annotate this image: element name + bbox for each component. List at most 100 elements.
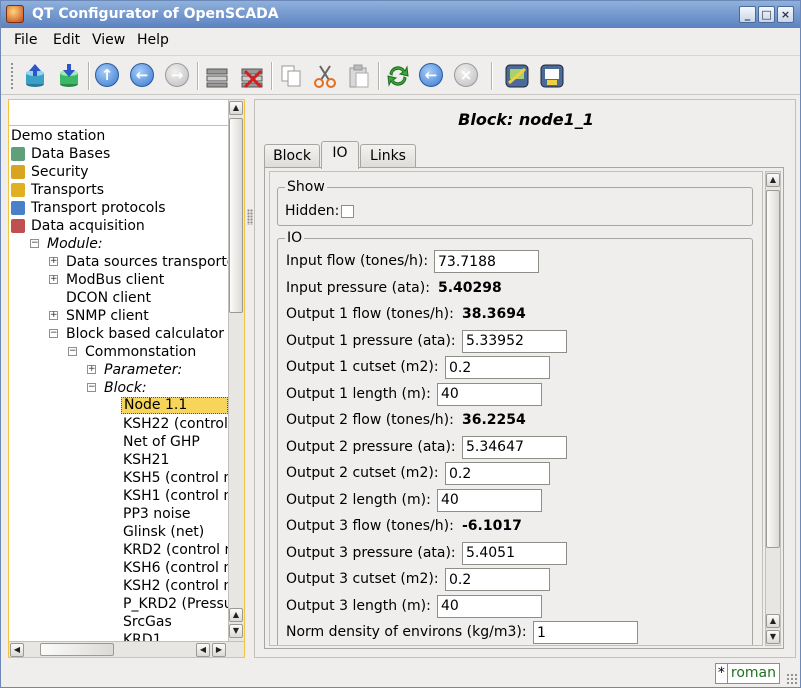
scrollbar-thumb[interactable] xyxy=(40,643,114,656)
scrollbar-thumb[interactable] xyxy=(766,190,780,548)
io-value-input[interactable] xyxy=(462,329,567,353)
scroll-left-icon[interactable]: ◀ xyxy=(10,643,24,657)
title-bar[interactable]: QT Configurator of OpenSCADA _ □ × xyxy=(1,1,800,28)
tree-item[interactable]: + Parameter: xyxy=(9,361,228,379)
stop-periodic-update-icon[interactable]: × xyxy=(454,63,480,89)
io-value-input[interactable] xyxy=(437,488,542,512)
tree-header[interactable] xyxy=(9,100,228,126)
io-value-input[interactable] xyxy=(533,621,638,644)
up-icon[interactable]: ↑ xyxy=(95,63,121,89)
save-to-db-icon[interactable] xyxy=(56,63,82,89)
toolbar-grip[interactable] xyxy=(10,62,14,90)
cut-icon[interactable] xyxy=(312,63,338,89)
tree-item[interactable]: KSH22 (control mec xyxy=(9,415,228,433)
collapse-icon[interactable]: − xyxy=(68,347,77,356)
close-button[interactable]: × xyxy=(777,6,794,23)
scrollbar-thumb[interactable] xyxy=(229,118,243,313)
scroll-right-icon[interactable]: ▶ xyxy=(212,643,226,657)
tree-item[interactable]: SrcGas xyxy=(9,613,228,631)
tree-item[interactable]: Transports xyxy=(9,181,228,199)
tab-links[interactable]: Links xyxy=(360,144,416,168)
tree-item[interactable]: Data acquisition xyxy=(9,217,228,235)
io-value-input[interactable] xyxy=(445,462,550,485)
start-periodic-update-icon[interactable]: ← xyxy=(419,63,445,89)
back-icon[interactable]: ← xyxy=(130,63,156,89)
tree-item[interactable]: KSH1 (control mech xyxy=(9,487,228,505)
tree-item[interactable]: KSH2 (control mech xyxy=(9,577,228,595)
collapse-icon[interactable]: − xyxy=(49,329,58,338)
scroll-up-icon[interactable]: ▲ xyxy=(229,101,243,115)
copy-icon[interactable] xyxy=(278,63,304,89)
io-scroll-area[interactable]: Show Hidden: IO Input flow (tones/h): Inp… xyxy=(269,171,763,646)
tree-item[interactable]: Net of GHP xyxy=(9,433,228,451)
tab-io[interactable]: IO xyxy=(321,141,359,169)
tree-item[interactable]: + ModBus client xyxy=(9,271,228,289)
menu-edit[interactable]: Edit xyxy=(53,32,80,48)
menu-view[interactable]: View xyxy=(92,32,125,48)
scroll-up-icon[interactable]: ▲ xyxy=(229,608,243,622)
tree-item[interactable]: P_KRD2 (Pressure xyxy=(9,595,228,613)
tab-block[interactable]: Block xyxy=(264,144,320,168)
tree-item[interactable]: Glinsk (net) xyxy=(9,523,228,541)
scroll-down-icon[interactable]: ▼ xyxy=(766,630,780,644)
menu-help[interactable]: Help xyxy=(137,32,169,48)
tree-item[interactable]: KSH6 (control mech xyxy=(9,559,228,577)
tree-item[interactable]: PP3 noise xyxy=(9,505,228,523)
manual-icon[interactable] xyxy=(504,63,530,89)
expand-icon[interactable]: + xyxy=(87,365,96,374)
scroll-up-icon[interactable]: ▲ xyxy=(766,173,780,187)
expand-icon[interactable]: + xyxy=(49,257,58,266)
tree-item[interactable]: − Block: xyxy=(9,379,228,397)
tree-item[interactable]: KRD1 xyxy=(9,631,228,641)
scroll-left-icon[interactable]: ◀ xyxy=(196,643,210,657)
tree-vertical-scrollbar[interactable]: ▲ ▲ ▼ xyxy=(228,100,244,641)
tree-item[interactable]: − Module: xyxy=(9,235,228,253)
maximize-button[interactable]: □ xyxy=(758,6,775,23)
scroll-down-icon[interactable]: ▼ xyxy=(229,624,243,638)
tree-item[interactable]: KRD2 (control mec xyxy=(9,541,228,559)
tree-item[interactable]: − Commonstation xyxy=(9,343,228,361)
tree-horizontal-scrollbar[interactable]: ◀ ◀ ▶ xyxy=(9,641,244,657)
io-value-input[interactable] xyxy=(437,594,542,618)
tree-item[interactable]: Demo station xyxy=(9,127,228,145)
expand-icon[interactable]: + xyxy=(49,275,58,284)
scroll-up-icon[interactable]: ▲ xyxy=(766,614,780,628)
tree-item[interactable]: − Block based calculator xyxy=(9,325,228,343)
tree-item[interactable]: Node 1.1 xyxy=(9,397,228,415)
tree-item[interactable]: KSH5 (control mech xyxy=(9,469,228,487)
navigation-tree[interactable]: Demo station Data Bases Security Transports… xyxy=(8,99,245,658)
paste-icon[interactable] xyxy=(346,63,372,89)
add-item-icon[interactable] xyxy=(204,63,230,89)
tree-item[interactable]: Transport protocols xyxy=(9,199,228,217)
io-value-input[interactable] xyxy=(437,382,542,406)
collapse-icon[interactable]: − xyxy=(30,239,39,248)
tree-item[interactable]: KSH21 xyxy=(9,451,228,469)
manual-page-icon[interactable] xyxy=(539,63,565,89)
forward-icon[interactable]: → xyxy=(165,63,191,89)
io-value-input[interactable] xyxy=(445,356,550,379)
io-value-input[interactable] xyxy=(434,250,539,273)
tree-item[interactable]: + Data sources transporter xyxy=(9,253,228,271)
expand-icon[interactable]: + xyxy=(49,311,58,320)
io-value-input[interactable] xyxy=(445,568,550,591)
load-from-db-icon[interactable] xyxy=(22,63,48,89)
tree-item[interactable]: Data Bases xyxy=(9,145,228,163)
app-icon[interactable] xyxy=(6,5,24,23)
tree-item[interactable]: + SNMP client xyxy=(9,307,228,325)
panel-splitter[interactable] xyxy=(247,99,253,658)
splitter-grip[interactable] xyxy=(247,209,253,225)
minimize-button[interactable]: _ xyxy=(739,6,756,23)
user-indicator[interactable]: * roman xyxy=(714,663,780,684)
io-value-input[interactable] xyxy=(462,541,567,565)
tree-item[interactable]: DCON client xyxy=(9,289,228,307)
tree-item[interactable]: Security xyxy=(9,163,228,181)
hidden-checkbox[interactable] xyxy=(341,205,354,218)
io-vertical-scrollbar[interactable]: ▲ ▲ ▼ xyxy=(765,171,781,646)
refresh-icon[interactable] xyxy=(385,63,411,89)
tree-item-label: Transport protocols xyxy=(31,200,166,216)
delete-item-icon[interactable] xyxy=(239,63,265,89)
io-value-input[interactable] xyxy=(462,435,567,459)
menu-file[interactable]: File xyxy=(14,32,37,48)
resize-grip[interactable] xyxy=(786,673,798,685)
collapse-icon[interactable]: − xyxy=(87,383,96,392)
